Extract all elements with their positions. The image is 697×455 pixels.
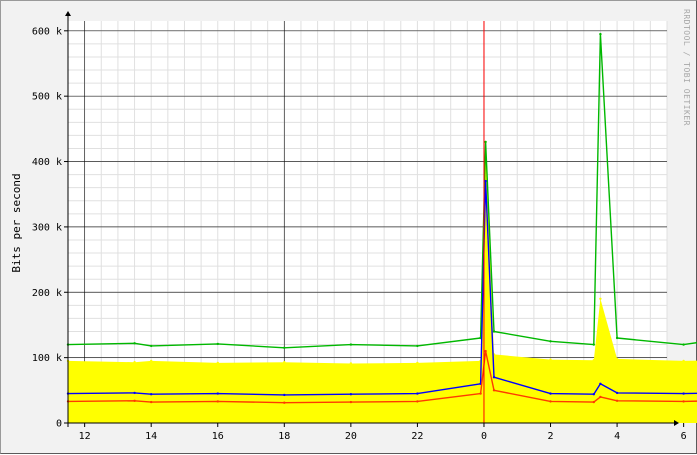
series-1-point xyxy=(150,344,153,348)
series-0-point xyxy=(216,361,219,365)
series-3-point xyxy=(484,349,487,353)
y-tick-labels: 0 100 k 200 k 300 k 400 k 500 k 600 k xyxy=(32,26,62,429)
series-3-point xyxy=(599,395,602,399)
x-tick-label: 18 xyxy=(278,431,290,442)
series-2-point xyxy=(682,392,685,395)
series-1-point xyxy=(615,336,619,340)
series-3-point xyxy=(133,399,136,402)
series-1-point xyxy=(492,330,496,333)
x-tick-label: 16 xyxy=(212,431,224,442)
x-tick-label: 20 xyxy=(345,431,357,442)
series-0-point xyxy=(615,357,619,361)
traffic-chart: 1214161820220246810121416 0100 k200 k300… xyxy=(10,9,697,442)
series-3-point xyxy=(150,400,153,404)
series-3-point xyxy=(492,389,496,392)
series-3-point xyxy=(592,400,595,404)
x-tick-label: 22 xyxy=(411,431,423,442)
y-tick-label: 600 k xyxy=(32,26,62,37)
series-0-point xyxy=(283,361,286,364)
y-tick-label: 100 k xyxy=(32,353,62,364)
series-3-point xyxy=(549,400,552,403)
series-0-point xyxy=(599,297,602,300)
series-2-point xyxy=(216,392,219,395)
x-tick-label: 0 xyxy=(481,431,487,442)
x-tick-label: 4 xyxy=(614,431,620,442)
series-2-point xyxy=(133,391,136,395)
y-tick-label: 200 k xyxy=(32,288,62,299)
series-1-point xyxy=(283,346,286,349)
y-tick-label: 400 k xyxy=(32,157,62,168)
series-2-point xyxy=(349,393,353,396)
series-0-point xyxy=(416,361,419,365)
series-3-point xyxy=(615,399,619,402)
series-2-point xyxy=(484,179,487,183)
series-1-point xyxy=(133,342,136,345)
x-tick-labels: 1214161820220246810121416 xyxy=(79,431,687,442)
series-1-point xyxy=(216,342,219,346)
series-0-point xyxy=(592,359,595,362)
x-tick-label: 14 xyxy=(145,431,157,442)
series-0-point xyxy=(349,362,353,365)
chart-frame: 1214161820220246810121416 0100 k200 k300… xyxy=(0,0,697,454)
series-1-point xyxy=(349,343,353,346)
y-tick-label: 0 xyxy=(56,419,62,430)
series-3-point xyxy=(682,400,685,403)
x-tick-label: 6 xyxy=(681,431,687,442)
series-1-point xyxy=(599,32,602,36)
series-1-point xyxy=(682,343,685,346)
series-3-point xyxy=(283,401,286,404)
series-0-point xyxy=(133,361,136,364)
series-2-point xyxy=(549,392,552,395)
series-2-point xyxy=(150,393,153,396)
y-tick-label: 300 k xyxy=(32,222,62,233)
series-1-point xyxy=(484,140,487,144)
series-2-point xyxy=(283,393,286,397)
series-1-point xyxy=(592,343,595,346)
y-tick-label: 500 k xyxy=(32,92,62,103)
series-1-point xyxy=(416,344,419,348)
series-0-point xyxy=(549,358,552,361)
series-2-point xyxy=(592,393,595,396)
series-2-point xyxy=(615,391,619,395)
series-0-point xyxy=(150,359,153,363)
series-1-point xyxy=(549,340,552,343)
series-0-point xyxy=(682,359,685,363)
series-3-point xyxy=(479,392,482,395)
y-axis-arrow-icon xyxy=(65,11,71,16)
y-axis-label: Bits per second xyxy=(10,173,23,272)
series-3-point xyxy=(216,400,219,403)
series-3-point xyxy=(349,400,353,404)
x-tick-label: 2 xyxy=(548,431,554,442)
series-2-point xyxy=(599,382,602,385)
series-2-point xyxy=(416,392,419,395)
x-tick-label: 12 xyxy=(79,431,91,442)
series-3-point xyxy=(416,400,419,403)
series-2-point xyxy=(492,376,496,379)
watermark: RRDTOOL / TOBI OETIKER xyxy=(682,9,691,126)
